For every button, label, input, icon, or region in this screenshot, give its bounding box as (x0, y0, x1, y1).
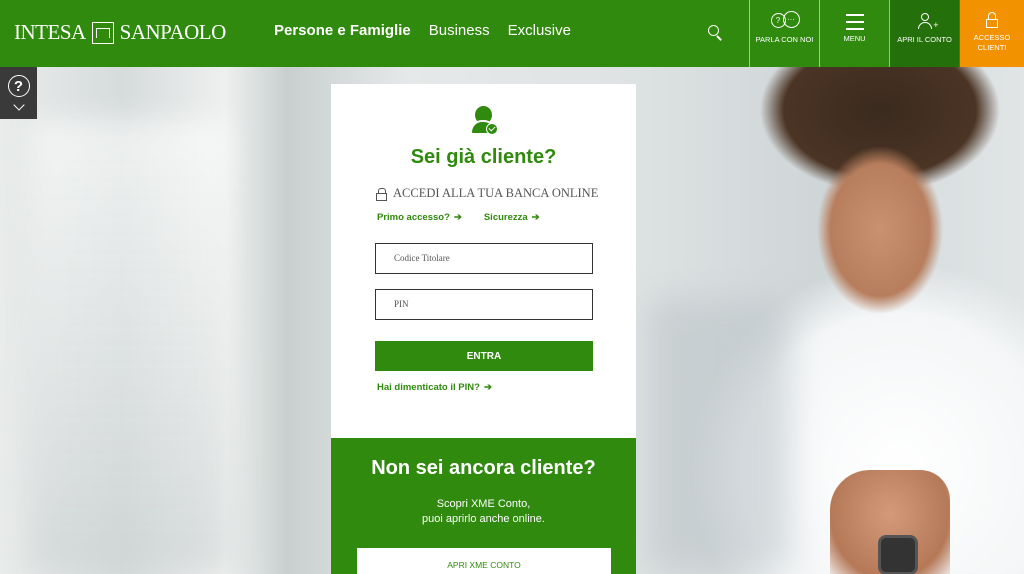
menu-button[interactable]: MENU (819, 0, 889, 67)
forgot-pin-link[interactable]: Hai dimenticato il PIN? ➔ (377, 382, 492, 393)
user-check-icon (469, 106, 498, 136)
primo-accesso-text: Primo accesso? (377, 212, 450, 223)
promo-description: Scopri XME Conto, puoi aprirlo anche onl… (331, 497, 636, 527)
logo-text-right: SANPAOLO (119, 20, 227, 44)
pin-input[interactable]: PIN (375, 289, 593, 320)
codice-titolare-input[interactable]: Codice Titolare (375, 243, 593, 274)
menu-label: MENU (843, 34, 866, 43)
accesso-label: ACCESSO CLIENTI (973, 33, 1011, 52)
arrow-right-icon: ➔ (453, 212, 462, 223)
lock-icon (985, 11, 999, 29)
padlock-icon (376, 188, 387, 201)
nav-business[interactable]: Business (429, 22, 490, 39)
sicurezza-link[interactable]: Sicurezza ➔ (484, 212, 540, 223)
login-title: Sei già cliente? (410, 146, 557, 168)
online-banking-text: ACCEDI ALLA TUA BANCA ONLINE (393, 186, 599, 200)
online-banking-label: ACCEDI ALLA TUA BANCA ONLINE (376, 186, 598, 201)
nav-exclusive[interactable]: Exclusive (508, 22, 571, 39)
parla-label: PARLA CON NOI (755, 35, 814, 44)
help-toggle[interactable]: ? (0, 67, 37, 119)
search-icon[interactable] (702, 20, 728, 46)
login-links: Primo accesso? ➔ Sicurezza ➔ (377, 212, 540, 223)
new-customer-promo: Non sei ancora cliente? Scopri XME Conto… (331, 438, 636, 574)
primo-accesso-link[interactable]: Primo accesso? ➔ (377, 212, 462, 223)
arrow-right-icon: ➔ (483, 382, 492, 393)
chat-bubbles-icon: ? ··· (769, 11, 801, 31)
watch-image (878, 535, 918, 574)
promo-title: Non sei ancora cliente? (371, 457, 596, 479)
background-chair-blur (650, 300, 790, 570)
chevron-down-icon (12, 99, 25, 111)
question-icon: ? (7, 75, 30, 97)
nav-persone-famiglie[interactable]: Persone e Famiglie (274, 22, 411, 39)
forgot-pin-text: Hai dimenticato il PIN? (377, 382, 480, 393)
parla-con-noi-button[interactable]: ? ··· PARLA CON NOI (749, 0, 819, 67)
top-header: INTESA SANPAOLO Persone e Famiglie Busin… (0, 0, 1024, 67)
login-card: Sei già cliente? ACCEDI ALLA TUA BANCA O… (331, 84, 636, 438)
apri-il-conto-button[interactable]: + APRI IL CONTO (889, 0, 959, 67)
accesso-clienti-button[interactable]: ACCESSO CLIENTI (960, 0, 1024, 67)
logo-emblem-icon (91, 21, 114, 44)
promo-line-2: puoi aprirlo anche online. (422, 513, 545, 525)
add-user-icon: + (917, 11, 939, 31)
sicurezza-text: Sicurezza (483, 212, 528, 223)
hamburger-icon (845, 14, 864, 30)
logo-text-left: INTESA (14, 20, 86, 44)
promo-line-1: Scopri XME Conto, (436, 498, 531, 510)
apri-xme-conto-button[interactable]: APRI XME CONTO (357, 548, 611, 574)
background-window-blur (30, 120, 230, 570)
apri-label: APRI IL CONTO (897, 35, 952, 44)
arrow-right-icon: ➔ (531, 212, 540, 223)
entra-button[interactable]: ENTRA (375, 341, 593, 371)
intesa-sanpaolo-logo[interactable]: INTESA SANPAOLO (14, 20, 226, 45)
main-nav: Persone e Famiglie Business Exclusive (274, 22, 571, 39)
